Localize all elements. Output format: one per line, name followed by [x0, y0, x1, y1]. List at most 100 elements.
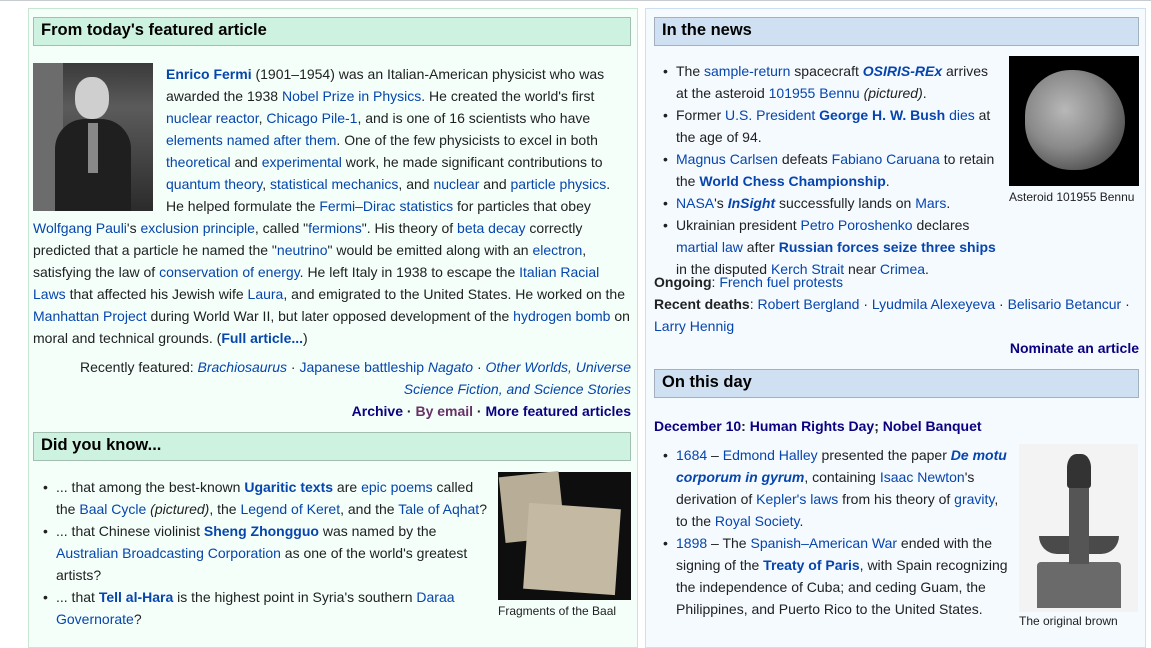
- inline-link[interactable]: Laura: [248, 286, 284, 302]
- inline-link[interactable]: Enrico Fermi: [166, 66, 252, 82]
- inline-text: ·: [287, 359, 300, 375]
- death-link-3[interactable]: Belisario Betancur: [1008, 296, 1122, 312]
- inline-link[interactable]: Magnus Carlsen: [676, 151, 778, 167]
- inline-link[interactable]: 1684: [676, 447, 707, 463]
- inline-text: defeats: [777, 151, 832, 167]
- inline-link[interactable]: Sheng Zhongguo: [204, 523, 319, 539]
- inline-link[interactable]: Fermi–Dirac statistics: [319, 198, 453, 214]
- dyk-list: ... that among the best-known Ugaritic t…: [34, 476, 494, 630]
- fountain-statue-image[interactable]: [1019, 444, 1138, 612]
- inline-text: ?: [479, 501, 487, 517]
- nominate-line: Nominate an article: [654, 337, 1139, 359]
- inline-link[interactable]: 1898: [676, 535, 707, 551]
- inline-link[interactable]: beta decay: [457, 220, 526, 236]
- inline-link[interactable]: quantum theory: [166, 176, 262, 192]
- inline-link[interactable]: InSight: [728, 195, 775, 211]
- archive-link[interactable]: Archive: [352, 403, 403, 419]
- inline-link[interactable]: Royal Society: [715, 513, 800, 529]
- inline-text: after: [742, 239, 779, 255]
- death-link-4[interactable]: Larry Hennig: [654, 318, 734, 334]
- inline-link[interactable]: epic poems: [361, 479, 433, 495]
- inline-link[interactable]: George H. W. Bush: [819, 107, 945, 123]
- inline-link[interactable]: Full article...: [221, 330, 303, 346]
- inline-link[interactable]: Nobel Prize in Physics: [282, 88, 421, 104]
- inline-link[interactable]: Chicago Pile-1: [266, 110, 357, 126]
- inline-link[interactable]: NASA: [676, 195, 714, 211]
- more-featured-articles-link[interactable]: More featured articles: [486, 403, 632, 419]
- inline-link[interactable]: Treaty of Paris: [763, 557, 860, 573]
- inline-text: .: [799, 513, 804, 529]
- inline-link[interactable]: nuclear reactor: [166, 110, 259, 126]
- inline-link[interactable]: Brachiosaurus: [198, 359, 288, 375]
- inline-link[interactable]: experimental: [262, 154, 342, 170]
- inline-link[interactable]: gravity: [954, 491, 994, 507]
- inline-text: " would be emitted along with an: [327, 242, 533, 258]
- inline-link[interactable]: 101955 Bennu: [769, 85, 860, 101]
- human-rights-day-link[interactable]: Human Rights Day: [750, 418, 874, 434]
- on-this-day-heading: On this day: [654, 369, 1139, 398]
- inline-text: 's: [714, 195, 728, 211]
- inline-link[interactable]: Wolfgang Pauli: [33, 220, 127, 236]
- inline-link[interactable]: Japanese battleship Nagato: [299, 359, 473, 375]
- death-link-1[interactable]: Robert Bergland: [757, 296, 859, 312]
- inline-link[interactable]: Baal Cycle: [79, 501, 146, 517]
- inline-link[interactable]: Ugaritic texts: [244, 479, 333, 495]
- inline-link[interactable]: conservation of energy: [159, 264, 300, 280]
- asteroid-bennu-image[interactable]: [1009, 56, 1139, 186]
- inline-link[interactable]: particle physics: [511, 176, 607, 192]
- inline-link[interactable]: statistical mechanics: [270, 176, 398, 192]
- inline-link[interactable]: sample-return: [704, 63, 790, 79]
- inline-link[interactable]: Fabiano Caruana: [832, 151, 940, 167]
- inline-text: ... that: [56, 589, 99, 605]
- inline-text: ): [303, 330, 308, 346]
- inline-link[interactable]: Tell al-Hara: [99, 589, 173, 605]
- inline-link[interactable]: martial law: [676, 239, 743, 255]
- recently-featured-links: Brachiosaurus · Japanese battleship Naga…: [198, 359, 631, 397]
- december-10-link[interactable]: December 10: [654, 418, 741, 434]
- inline-link[interactable]: Spanish–American War: [750, 535, 897, 551]
- inline-text: .: [885, 173, 890, 189]
- inline-link[interactable]: fermions: [308, 220, 362, 236]
- inline-text: are: [333, 479, 362, 495]
- list-item: ... that Chinese violinist Sheng Zhonggu…: [34, 520, 494, 586]
- inline-link[interactable]: exclusion principle: [140, 220, 254, 236]
- by-email-link[interactable]: By email: [415, 403, 473, 419]
- inline-link[interactable]: Manhattan Project: [33, 308, 147, 324]
- inline-link[interactable]: Kepler's laws: [756, 491, 838, 507]
- baal-cycle-fragments-image[interactable]: [498, 471, 631, 600]
- inline-link[interactable]: Petro Poroshenko: [801, 217, 913, 233]
- inline-text: successfully lands on: [775, 195, 916, 211]
- list-item: ... that Tell al-Hara is the highest poi…: [34, 586, 494, 630]
- death-link-2[interactable]: Lyudmila Alexeyeva: [872, 296, 995, 312]
- list-item: NASA's InSight successfully lands on Mar…: [654, 192, 1002, 214]
- inline-link[interactable]: electron: [532, 242, 582, 258]
- inline-text: was named by the: [318, 523, 437, 539]
- inline-link[interactable]: hydrogen bomb: [513, 308, 610, 324]
- inline-link[interactable]: Isaac Newton: [880, 469, 965, 485]
- inline-link[interactable]: Tale of Aqhat: [398, 501, 479, 517]
- inline-link[interactable]: OSIRIS-REx: [863, 63, 942, 79]
- inline-link[interactable]: Legend of Keret: [240, 501, 340, 517]
- nobel-banquet-link[interactable]: Nobel Banquet: [883, 418, 982, 434]
- nominate-article-link[interactable]: Nominate an article: [1010, 340, 1139, 356]
- inline-link[interactable]: Australian Broadcasting Corporation: [56, 545, 281, 561]
- inline-text: The: [676, 63, 705, 79]
- inline-link[interactable]: Edmond Halley: [723, 447, 818, 463]
- inline-text: from his theory of: [838, 491, 955, 507]
- inline-link[interactable]: Mars: [915, 195, 946, 211]
- inline-link[interactable]: Russian forces seize three ships: [779, 239, 996, 255]
- inline-link[interactable]: World Chess Championship: [699, 173, 885, 189]
- inline-link[interactable]: dies: [949, 107, 975, 123]
- list-item: Former U.S. President George H. W. Bush …: [654, 104, 1002, 148]
- inline-link[interactable]: nuclear: [433, 176, 479, 192]
- inline-link[interactable]: elements named after them: [166, 132, 336, 148]
- inline-link[interactable]: neutrino: [277, 242, 328, 258]
- inline-text: , and: [398, 176, 434, 192]
- inline-text: and: [230, 154, 262, 170]
- list-item: The sample-return spacecraft OSIRIS-REx …: [654, 60, 1002, 104]
- inline-link[interactable]: U.S. President: [725, 107, 815, 123]
- inline-text: is the highest point in Syria's southern: [173, 589, 417, 605]
- inline-text: Ukrainian president: [676, 217, 801, 233]
- inline-link[interactable]: theoretical: [166, 154, 231, 170]
- ongoing-link[interactable]: French fuel protests: [719, 274, 843, 290]
